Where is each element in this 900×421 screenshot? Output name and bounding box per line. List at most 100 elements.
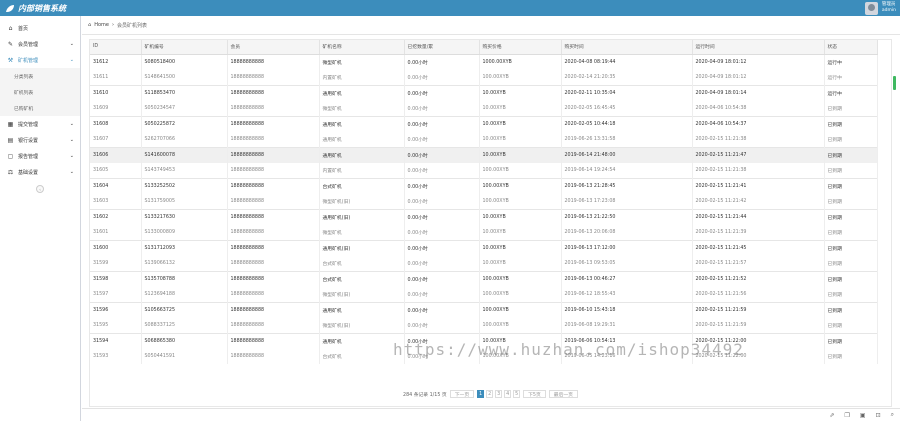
last-page-button[interactable]: 最后一页: [548, 390, 578, 398]
share-icon[interactable]: ⇗: [830, 412, 835, 419]
table-cell: 2020-02-15 11:21:59: [692, 301, 825, 318]
user-menu[interactable]: 管理员 admin: [864, 0, 896, 16]
chevron-down-icon: ⌄: [69, 57, 74, 63]
table-row[interactable]: 31595 S088337125 18888888888 微型矿机(旧) 0.00小时 1…: [90, 317, 878, 333]
table-row[interactable]: 31599 S139066132 18888888888 台式矿机 0.00小时 10.0…: [90, 255, 878, 271]
table-row[interactable]: 31610 S118853470 18888888888 通用矿机 0.00小时 10.0…: [90, 84, 878, 101]
sidebar-item-6[interactable]: ⚖ 基础设置 ⌄: [0, 164, 80, 180]
column-header[interactable]: 会员: [227, 40, 320, 55]
column-header[interactable]: ID: [90, 40, 142, 55]
table-row[interactable]: 31611 S148641500 18888888888 内置矿机 0.00小时 100.…: [90, 69, 878, 85]
status-badge: 已到期: [824, 270, 878, 287]
table-cell: 通用矿机: [319, 84, 405, 101]
table-cell: 31605: [90, 162, 142, 178]
table-cell: S131759005: [141, 193, 228, 209]
table-row[interactable]: 31601 S133000809 18888888888 微型矿机 0.00小时 10.0…: [90, 224, 878, 240]
table-cell: 0.00小时: [404, 53, 480, 70]
prev-page-button[interactable]: 下一页: [449, 390, 475, 398]
breadcrumb-home[interactable]: Home: [94, 22, 109, 28]
table-row[interactable]: 31607 S262707066 18888888888 通用矿机 0.00小时 10.0…: [90, 131, 878, 147]
window-icon[interactable]: ▣: [860, 412, 866, 419]
table-cell: 100.00XYB: [479, 162, 562, 178]
table-cell: 0.00小时: [404, 193, 480, 209]
table-row[interactable]: 31596 S105663725 18888888888 通用矿机 0.00小时 100.…: [90, 301, 878, 318]
table-row[interactable]: 31606 S141600078 18888888888 通用矿机 0.00小时 10.0…: [90, 146, 878, 163]
chevron-down-icon: ⌄: [69, 169, 74, 175]
table-cell: 2020-02-11 10:35:04: [561, 84, 693, 101]
column-header[interactable]: 运行时间: [692, 40, 825, 55]
pagination: 284 条记录 1/15 页 下一页 12345 下5页 最后一页: [90, 388, 891, 400]
table-row[interactable]: 31612 S080518400 18888888888 微型矿机 0.00小时 1000…: [90, 53, 878, 70]
table-cell: 2020-02-15 11:21:38: [692, 131, 825, 147]
column-header[interactable]: 购买价格: [479, 40, 562, 55]
table-row[interactable]: 31597 S123694188 18888888888 微型矿机(旧) 0.00小时 1…: [90, 286, 878, 302]
table-row[interactable]: 31608 S050225872 18888888888 通用矿机 0.00小时 10.0…: [90, 115, 878, 132]
page-number-button[interactable]: 4: [504, 390, 512, 398]
table-cell: 2020-02-05 16:45:45: [561, 100, 693, 116]
table-cell: 微型矿机(旧): [319, 286, 405, 302]
table-cell: 10.00XYB: [479, 131, 562, 147]
status-badge: 已到期: [824, 301, 878, 318]
table-cell: 18888888888: [227, 332, 320, 349]
sidebar-collapse-button[interactable]: ‹: [36, 185, 44, 193]
table-cell: 31602: [90, 208, 142, 225]
table-row[interactable]: 31609 S050234547 18888888888 微型矿机 0.00小时 10.0…: [90, 100, 878, 116]
table-cell: 2020-02-15 11:21:47: [692, 146, 825, 163]
table-cell: 31608: [90, 115, 142, 132]
table-cell: S131712093: [141, 239, 228, 256]
search-icon[interactable]: ⌕: [891, 411, 894, 419]
table-row[interactable]: 31603 S131759005 18888888888 微型矿机(旧) 0.00小时 1…: [90, 193, 878, 209]
submenu-item-1[interactable]: 矿机列表: [0, 84, 80, 100]
table-cell: S262707066: [141, 131, 228, 147]
status-badge: 运行中: [824, 53, 878, 70]
app-logo[interactable]: 内部销售系统: [5, 3, 66, 14]
sidebar-item-1[interactable]: ✎ 会员管理 ⌄: [0, 36, 80, 52]
watermark-text: https://www.huzhan.com/ishop34492: [393, 340, 744, 359]
submenu-item-2[interactable]: 已购矿机: [0, 100, 80, 116]
table-cell: S141600078: [141, 146, 228, 163]
column-header[interactable]: 购买时间: [561, 40, 693, 55]
table-cell: 31593: [90, 348, 142, 364]
table-cell: 通用矿机: [319, 332, 405, 349]
sidebar-item-5[interactable]: ▢ 报告管理 ⌄: [0, 148, 80, 164]
page-number-button[interactable]: 2: [486, 390, 494, 398]
sidebar-item-2[interactable]: ⚒ 矿机管理 ⌄: [0, 52, 80, 68]
table-cell: 18888888888: [227, 270, 320, 287]
table-cell: 2020-02-05 10:44:18: [561, 115, 693, 132]
table-cell: S133252502: [141, 177, 228, 194]
submenu-item-0[interactable]: 分类列表: [0, 68, 80, 84]
table-cell: 31597: [90, 286, 142, 302]
sidebar-item-4[interactable]: ▤ 银行设置 ⌄: [0, 132, 80, 148]
table-cell: 台式矿机: [319, 270, 405, 287]
page-number-button[interactable]: 3: [495, 390, 503, 398]
table-cell: S068865380: [141, 332, 228, 349]
pagination-summary: 284 条记录 1/15 页: [403, 392, 447, 398]
column-header[interactable]: 矿机名称: [319, 40, 405, 55]
status-badge: 已到期: [824, 286, 878, 302]
copy-icon[interactable]: ❐: [845, 412, 850, 419]
table-cell: 0.00小时: [404, 208, 480, 225]
status-badge: 已到期: [824, 146, 878, 163]
column-header[interactable]: 矿机编号: [141, 40, 228, 55]
table-row[interactable]: 31605 S143749453 18888888888 内置矿机 0.00小时 100.…: [90, 162, 878, 178]
sidebar-item-3[interactable]: ▦ 提交管理 ⌄: [0, 116, 80, 132]
page-number-button[interactable]: 5: [513, 390, 521, 398]
home-icon[interactable]: ⌂: [88, 22, 91, 28]
column-header[interactable]: 已挖数量/累: [404, 40, 480, 55]
table-cell: 2019-06-13 20:06:08: [561, 224, 693, 240]
column-header[interactable]: 状态: [824, 40, 878, 55]
table-row[interactable]: 31602 S133217630 18888888888 通用矿机(旧) 0.00小时 1…: [90, 208, 878, 225]
next-pages-button[interactable]: 下5页: [523, 390, 546, 398]
table-row[interactable]: 31598 S135708788 18888888888 台式矿机 0.00小时 100.…: [90, 270, 878, 287]
sidebar-item-0[interactable]: ⌂ 首页: [0, 20, 80, 36]
fullscreen-icon[interactable]: ⊡: [876, 412, 881, 419]
table-cell: S105663725: [141, 301, 228, 318]
scrollbar[interactable]: [893, 76, 896, 90]
table-row[interactable]: 31604 S133252502 18888888888 台式矿机 0.00小时 100.…: [90, 177, 878, 194]
breadcrumb-current: 会员矿机列表: [116, 22, 147, 29]
edit-icon: ✎: [7, 40, 14, 48]
table-row[interactable]: 31600 S131712093 18888888888 通用矿机(旧) 0.00小时 1…: [90, 239, 878, 256]
page-number-button[interactable]: 1: [477, 390, 485, 398]
data-table: ID 矿机编号 会员 矿机名称 已挖数量/累 购买价格 购买时间 运行时间 状态 31612 S0…: [90, 40, 878, 364]
table-cell: 0.00小时: [404, 239, 480, 256]
